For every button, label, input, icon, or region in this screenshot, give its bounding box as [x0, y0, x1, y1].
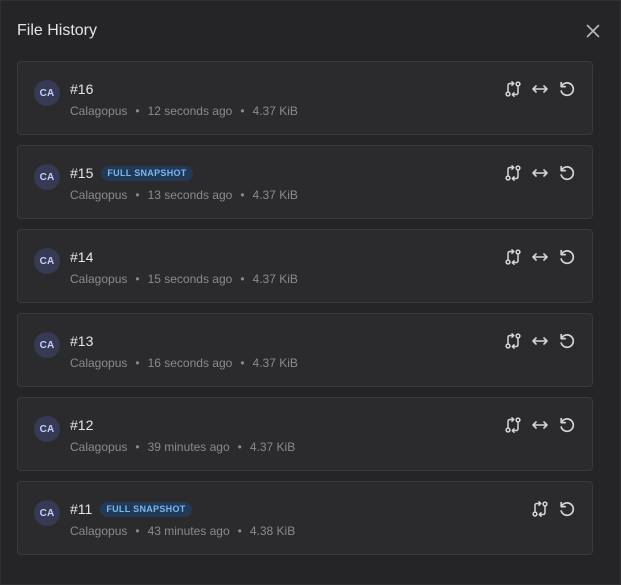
avatar: CA: [34, 80, 60, 106]
entry-time: 15 seconds ago: [147, 272, 233, 286]
compare-icon[interactable]: [503, 332, 522, 351]
meta-separator: •: [237, 524, 242, 538]
arrows-horizontal-icon[interactable]: [530, 332, 549, 351]
restore-icon[interactable]: [557, 164, 576, 183]
history-entry: CA #13 Calagopus • 16 seconds ago • 4.37…: [17, 313, 593, 387]
history-entry: CA #11 FULL SNAPSHOT Calagopus • 43 minu…: [17, 481, 593, 555]
revision-line: #14: [70, 248, 93, 266]
entry-size: 4.37 KiB: [252, 272, 298, 286]
revision-number: #11: [70, 501, 93, 517]
compare-icon[interactable]: [503, 416, 522, 435]
entry-time: 12 seconds ago: [147, 104, 233, 118]
revision-line: #16: [70, 80, 93, 98]
snapshot-badge: FULL SNAPSHOT: [100, 501, 192, 517]
compare-icon[interactable]: [503, 164, 522, 183]
entry-time: 16 seconds ago: [147, 356, 233, 370]
entry-user: Calagopus: [70, 440, 128, 454]
entry-size: 4.37 KiB: [252, 104, 298, 118]
compare-icon[interactable]: [503, 80, 522, 99]
arrows-horizontal-icon[interactable]: [530, 248, 549, 267]
entry-meta: Calagopus • 16 seconds ago • 4.37 KiB: [70, 355, 298, 371]
revision-line: #13: [70, 332, 93, 350]
meta-separator: •: [135, 188, 140, 202]
entry-actions: [503, 331, 576, 351]
dialog-title: File History: [17, 22, 98, 39]
avatar: CA: [34, 332, 60, 358]
history-entry: CA #15 FULL SNAPSHOT Calagopus • 13 seco…: [17, 145, 593, 219]
restore-icon[interactable]: [557, 416, 576, 435]
meta-separator: •: [135, 524, 140, 538]
history-entry: CA #12 Calagopus • 39 minutes ago • 4.37…: [17, 397, 593, 471]
revision-number: #14: [70, 249, 94, 265]
entry-actions: [530, 499, 576, 519]
revision-number: #15: [70, 165, 94, 181]
entry-actions: [503, 163, 576, 183]
restore-icon[interactable]: [557, 248, 576, 267]
entry-meta: Calagopus • 43 minutes ago • 4.38 KiB: [70, 523, 295, 539]
entry-actions: [503, 247, 576, 267]
history-list: CA #16 Calagopus • 12 seconds ago • 4.37…: [17, 61, 593, 565]
meta-separator: •: [240, 356, 245, 370]
entry-user: Calagopus: [70, 356, 128, 370]
revision-number: #16: [70, 81, 94, 97]
revision-number: #13: [70, 333, 94, 349]
entry-meta: Calagopus • 13 seconds ago • 4.37 KiB: [70, 187, 298, 203]
meta-separator: •: [135, 272, 140, 286]
avatar: CA: [34, 164, 60, 190]
entry-user: Calagopus: [70, 272, 128, 286]
revision-line: #12: [70, 416, 93, 434]
entry-meta: Calagopus • 15 seconds ago • 4.37 KiB: [70, 271, 298, 287]
revision-line: #15 FULL SNAPSHOT: [70, 164, 193, 182]
entry-user: Calagopus: [70, 104, 128, 118]
history-entry: CA #16 Calagopus • 12 seconds ago • 4.37…: [17, 61, 593, 135]
history-entry: CA #14 Calagopus • 15 seconds ago • 4.37…: [17, 229, 593, 303]
entry-time: 39 minutes ago: [147, 440, 230, 454]
entry-user: Calagopus: [70, 524, 128, 538]
meta-separator: •: [135, 104, 140, 118]
avatar: CA: [34, 416, 60, 442]
entry-size: 4.37 KiB: [249, 440, 296, 454]
arrows-horizontal-icon[interactable]: [530, 80, 549, 99]
entry-actions: [503, 415, 576, 435]
meta-separator: •: [237, 440, 242, 454]
close-icon[interactable]: [584, 22, 602, 40]
revision-line: #11 FULL SNAPSHOT: [70, 500, 192, 518]
restore-icon[interactable]: [557, 500, 576, 519]
file-history-dialog: File History CA #16 Calagopus • 12 secon…: [0, 0, 621, 585]
entry-time: 13 seconds ago: [147, 188, 233, 202]
compare-icon[interactable]: [530, 500, 549, 519]
entry-user: Calagopus: [70, 188, 128, 202]
compare-icon[interactable]: [503, 248, 522, 267]
meta-separator: •: [240, 188, 245, 202]
entry-size: 4.38 KiB: [249, 524, 296, 538]
avatar: CA: [34, 500, 60, 526]
meta-separator: •: [135, 356, 140, 370]
meta-separator: •: [240, 104, 245, 118]
dialog-header: File History: [17, 21, 604, 43]
meta-separator: •: [240, 272, 245, 286]
meta-separator: •: [135, 440, 140, 454]
restore-icon[interactable]: [557, 80, 576, 99]
avatar: CA: [34, 248, 60, 274]
snapshot-badge: FULL SNAPSHOT: [101, 165, 193, 181]
arrows-horizontal-icon[interactable]: [530, 164, 549, 183]
arrows-horizontal-icon[interactable]: [530, 416, 549, 435]
revision-number: #12: [70, 417, 94, 433]
entry-actions: [503, 79, 576, 99]
entry-size: 4.37 KiB: [252, 356, 298, 370]
entry-meta: Calagopus • 12 seconds ago • 4.37 KiB: [70, 103, 298, 119]
entry-time: 43 minutes ago: [147, 524, 230, 538]
restore-icon[interactable]: [557, 332, 576, 351]
entry-size: 4.37 KiB: [252, 188, 298, 202]
entry-meta: Calagopus • 39 minutes ago • 4.37 KiB: [70, 439, 295, 455]
